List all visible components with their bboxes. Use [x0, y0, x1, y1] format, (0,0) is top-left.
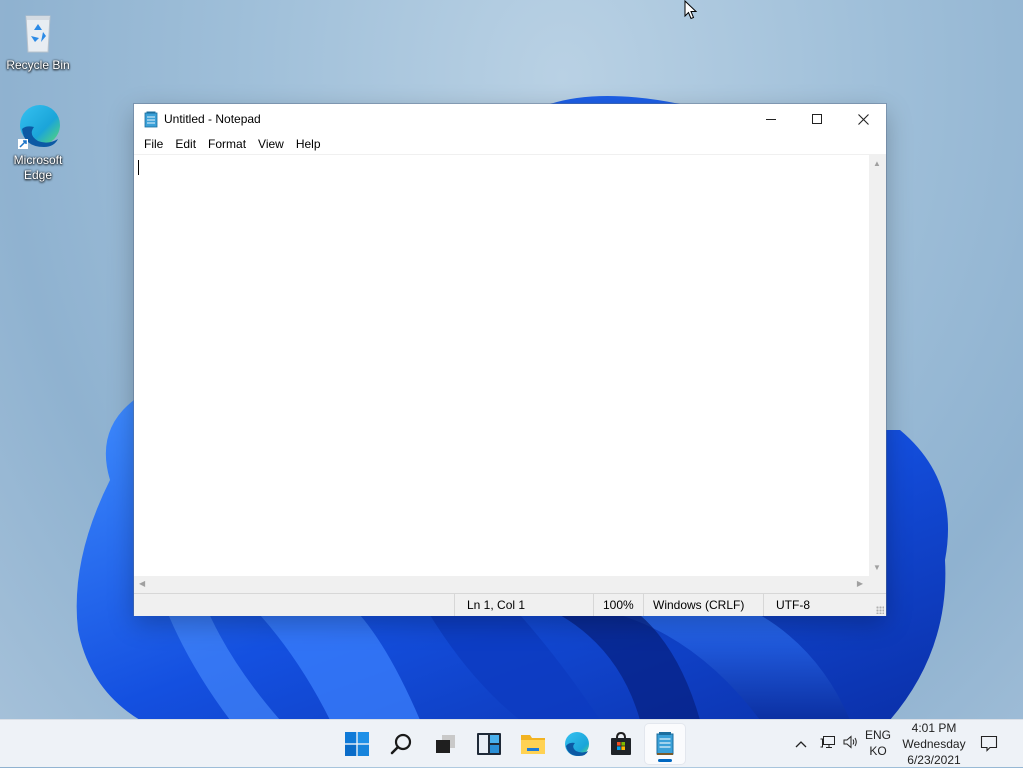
menu-file[interactable]: File	[138, 134, 169, 154]
clock-time: 4:01 PM	[911, 721, 957, 735]
close-button[interactable]	[840, 104, 886, 134]
menu-format[interactable]: Format	[202, 134, 252, 154]
status-encoding: UTF-8	[763, 594, 886, 616]
minimize-button[interactable]	[748, 104, 794, 134]
widgets-button[interactable]	[469, 724, 509, 764]
desktop-icon-label-line2: Edge	[23, 168, 53, 182]
volume-button[interactable]	[840, 735, 862, 752]
edge-icon	[14, 103, 62, 151]
task-view-button[interactable]	[425, 724, 465, 764]
notification-icon	[980, 735, 998, 752]
maximize-button[interactable]	[794, 104, 840, 134]
close-icon	[857, 113, 869, 125]
menu-bar: File Edit Format View Help	[134, 134, 886, 154]
notepad-window: Untitled - Notepad File Edit Format View…	[134, 104, 886, 616]
search-icon	[390, 733, 412, 755]
status-cursor-position: Ln 1, Col 1	[454, 594, 593, 616]
task-view-icon	[436, 735, 455, 753]
title-bar[interactable]: Untitled - Notepad	[134, 104, 886, 134]
scroll-left-arrow-icon[interactable]: ◀	[139, 580, 145, 588]
clock-button[interactable]: 4:01 PM Wednesday 6/23/2021	[896, 720, 972, 768]
network-icon	[820, 736, 835, 748]
notepad-taskbar-button[interactable]	[645, 724, 685, 764]
status-zoom: 100%	[593, 594, 643, 616]
language-secondary: KO	[869, 744, 887, 758]
desktop-icon-recycle-bin[interactable]: Recycle Bin	[1, 8, 75, 73]
show-hidden-icons-button[interactable]	[792, 737, 810, 751]
start-icon	[345, 732, 369, 756]
network-button[interactable]	[816, 735, 840, 752]
recycle-bin-icon	[14, 8, 62, 56]
chevron-up-icon	[795, 740, 807, 747]
notification-center-button[interactable]	[980, 734, 1000, 754]
maximize-icon	[812, 114, 822, 124]
menu-view[interactable]: View	[252, 134, 290, 154]
horizontal-scrollbar[interactable]: ◀ ▶	[134, 576, 869, 593]
menu-help[interactable]: Help	[290, 134, 327, 154]
widgets-icon	[477, 733, 501, 755]
menu-edit[interactable]: Edit	[169, 134, 202, 154]
active-app-indicator	[658, 759, 672, 762]
language-primary: ENG	[864, 728, 891, 742]
text-editor-area[interactable]	[134, 154, 869, 577]
file-explorer-icon	[521, 735, 545, 754]
scrollbar-corner	[869, 576, 886, 593]
scroll-up-arrow-icon[interactable]: ▲	[873, 160, 881, 168]
resize-grip-icon[interactable]	[876, 606, 884, 614]
vertical-scrollbar[interactable]: ▲ ▼	[869, 154, 886, 576]
desktop-icon-label: Recycle Bin	[6, 58, 70, 72]
minimize-icon	[766, 119, 776, 120]
notepad-icon	[144, 111, 158, 127]
system-tray	[792, 720, 862, 767]
volume-icon	[843, 735, 857, 749]
scroll-down-arrow-icon[interactable]: ▼	[873, 564, 881, 572]
start-button[interactable]	[337, 724, 377, 764]
clock-day: Wednesday	[902, 737, 966, 751]
desktop-icon-edge[interactable]: Microsoft Edge	[1, 103, 75, 183]
file-explorer-button[interactable]	[513, 724, 553, 764]
search-button[interactable]	[381, 724, 421, 764]
store-button[interactable]	[601, 724, 641, 764]
desktop-icon-label-line1: Microsoft	[13, 153, 63, 167]
mouse-cursor-icon	[684, 0, 698, 20]
status-bar: Ln 1, Col 1 100% Windows (CRLF) UTF-8	[134, 593, 886, 616]
input-language-button[interactable]: ENG KO	[862, 727, 894, 759]
scroll-right-arrow-icon[interactable]: ▶	[857, 580, 863, 588]
text-caret	[138, 160, 139, 175]
store-icon	[611, 732, 631, 755]
edge-taskbar-button[interactable]	[557, 724, 597, 764]
status-line-ending: Windows (CRLF)	[643, 594, 763, 616]
notepad-icon	[656, 732, 674, 755]
edge-icon	[565, 732, 589, 756]
taskbar: ENG KO 4:01 PM Wednesday 6/23/2021	[0, 719, 1023, 767]
window-title: Untitled - Notepad	[164, 112, 261, 126]
